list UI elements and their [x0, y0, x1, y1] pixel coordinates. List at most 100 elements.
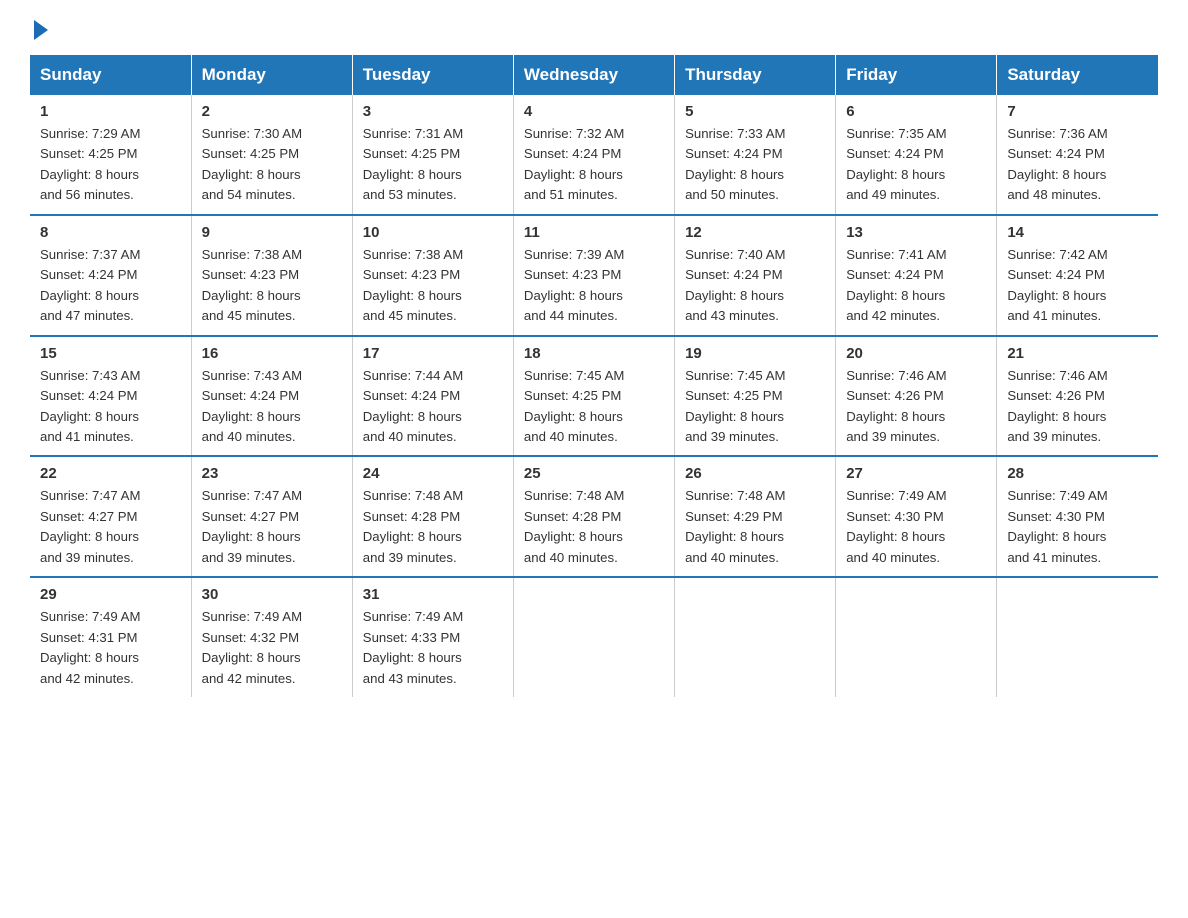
calendar-cell: 23 Sunrise: 7:47 AMSunset: 4:27 PMDayligh… [191, 456, 352, 577]
calendar-cell: 9 Sunrise: 7:38 AMSunset: 4:23 PMDaylight… [191, 215, 352, 336]
day-number: 26 [685, 465, 825, 482]
day-number: 6 [846, 103, 986, 120]
day-info: Sunrise: 7:42 AMSunset: 4:24 PMDaylight:… [1007, 245, 1148, 327]
header-wednesday: Wednesday [513, 55, 674, 95]
day-info: Sunrise: 7:43 AMSunset: 4:24 PMDaylight:… [40, 366, 181, 448]
day-info: Sunrise: 7:45 AMSunset: 4:25 PMDaylight:… [524, 366, 664, 448]
calendar-cell [675, 577, 836, 697]
day-info: Sunrise: 7:49 AMSunset: 4:31 PMDaylight:… [40, 607, 181, 689]
calendar-cell: 20Sunrise: 7:46 AMSunset: 4:26 PMDayligh… [836, 336, 997, 457]
calendar-cell: 1 Sunrise: 7:29 AMSunset: 4:25 PMDaylight… [30, 95, 191, 215]
day-number: 3 [363, 103, 503, 120]
day-number: 7 [1007, 103, 1148, 120]
day-number: 24 [363, 465, 503, 482]
calendar-week-row: 8Sunrise: 7:37 AMSunset: 4:24 PMDaylight… [30, 215, 1158, 336]
day-number: 10 [363, 224, 503, 241]
day-info: Sunrise: 7:46 AMSunset: 4:26 PMDaylight:… [846, 366, 986, 448]
day-number: 15 [40, 345, 181, 362]
day-info: Sunrise: 7:47 AMSunset: 4:27 PMDaylight:… [202, 486, 342, 568]
calendar-cell: 10 Sunrise: 7:38 AMSunset: 4:23 PMDayligh… [352, 215, 513, 336]
calendar-week-row: 22 Sunrise: 7:47 AMSunset: 4:27 PMDayligh… [30, 456, 1158, 577]
day-info: Sunrise: 7:41 AMSunset: 4:24 PMDaylight:… [846, 245, 986, 327]
day-info: Sunrise: 7:38 AMSunset: 4:23 PMDaylight:… [202, 245, 342, 327]
calendar-cell: 8Sunrise: 7:37 AMSunset: 4:24 PMDaylight… [30, 215, 191, 336]
calendar-cell: 31 Sunrise: 7:49 AMSunset: 4:33 PMDayligh… [352, 577, 513, 697]
day-number: 21 [1007, 345, 1148, 362]
header-friday: Friday [836, 55, 997, 95]
calendar-cell: 2 Sunrise: 7:30 AMSunset: 4:25 PMDaylight… [191, 95, 352, 215]
calendar-cell: 30Sunrise: 7:49 AMSunset: 4:32 PMDayligh… [191, 577, 352, 697]
day-info: Sunrise: 7:38 AMSunset: 4:23 PMDaylight:… [363, 245, 503, 327]
calendar-cell: 18 Sunrise: 7:45 AMSunset: 4:25 PMDayligh… [513, 336, 674, 457]
day-number: 13 [846, 224, 986, 241]
header-thursday: Thursday [675, 55, 836, 95]
day-number: 1 [40, 103, 181, 120]
day-info: Sunrise: 7:39 AMSunset: 4:23 PMDaylight:… [524, 245, 664, 327]
day-info: Sunrise: 7:31 AMSunset: 4:25 PMDaylight:… [363, 124, 503, 206]
day-number: 29 [40, 586, 181, 603]
day-info: Sunrise: 7:48 AMSunset: 4:28 PMDaylight:… [363, 486, 503, 568]
day-number: 30 [202, 586, 342, 603]
day-info: Sunrise: 7:33 AMSunset: 4:24 PMDaylight:… [685, 124, 825, 206]
day-number: 17 [363, 345, 503, 362]
calendar-cell: 19 Sunrise: 7:45 AMSunset: 4:25 PMDayligh… [675, 336, 836, 457]
calendar-table: SundayMondayTuesdayWednesdayThursdayFrid… [30, 55, 1158, 697]
page-header [30, 20, 1158, 35]
day-number: 14 [1007, 224, 1148, 241]
logo-arrow-icon [34, 20, 48, 40]
day-info: Sunrise: 7:47 AMSunset: 4:27 PMDaylight:… [40, 486, 181, 568]
day-info: Sunrise: 7:48 AMSunset: 4:29 PMDaylight:… [685, 486, 825, 568]
header-sunday: Sunday [30, 55, 191, 95]
day-number: 31 [363, 586, 503, 603]
day-info: Sunrise: 7:43 AMSunset: 4:24 PMDaylight:… [202, 366, 342, 448]
day-number: 22 [40, 465, 181, 482]
calendar-cell: 7 Sunrise: 7:36 AMSunset: 4:24 PMDaylight… [997, 95, 1158, 215]
calendar-cell: 5Sunrise: 7:33 AMSunset: 4:24 PMDaylight… [675, 95, 836, 215]
calendar-cell: 6 Sunrise: 7:35 AMSunset: 4:24 PMDaylight… [836, 95, 997, 215]
day-info: Sunrise: 7:48 AMSunset: 4:28 PMDaylight:… [524, 486, 664, 568]
day-number: 18 [524, 345, 664, 362]
day-number: 19 [685, 345, 825, 362]
day-number: 16 [202, 345, 342, 362]
calendar-cell: 17 Sunrise: 7:44 AMSunset: 4:24 PMDayligh… [352, 336, 513, 457]
day-info: Sunrise: 7:32 AMSunset: 4:24 PMDaylight:… [524, 124, 664, 206]
day-info: Sunrise: 7:45 AMSunset: 4:25 PMDaylight:… [685, 366, 825, 448]
calendar-week-row: 1 Sunrise: 7:29 AMSunset: 4:25 PMDaylight… [30, 95, 1158, 215]
calendar-week-row: 29 Sunrise: 7:49 AMSunset: 4:31 PMDayligh… [30, 577, 1158, 697]
day-info: Sunrise: 7:49 AMSunset: 4:30 PMDaylight:… [846, 486, 986, 568]
calendar-cell: 26 Sunrise: 7:48 AMSunset: 4:29 PMDayligh… [675, 456, 836, 577]
day-number: 8 [40, 224, 181, 241]
calendar-header-row: SundayMondayTuesdayWednesdayThursdayFrid… [30, 55, 1158, 95]
logo [30, 20, 48, 35]
day-number: 9 [202, 224, 342, 241]
calendar-cell: 27 Sunrise: 7:49 AMSunset: 4:30 PMDayligh… [836, 456, 997, 577]
calendar-cell: 4Sunrise: 7:32 AMSunset: 4:24 PMDaylight… [513, 95, 674, 215]
calendar-cell: 3 Sunrise: 7:31 AMSunset: 4:25 PMDaylight… [352, 95, 513, 215]
logo-general [30, 20, 48, 40]
header-monday: Monday [191, 55, 352, 95]
calendar-cell: 15 Sunrise: 7:43 AMSunset: 4:24 PMDayligh… [30, 336, 191, 457]
day-number: 27 [846, 465, 986, 482]
calendar-cell: 12Sunrise: 7:40 AMSunset: 4:24 PMDayligh… [675, 215, 836, 336]
day-info: Sunrise: 7:30 AMSunset: 4:25 PMDaylight:… [202, 124, 342, 206]
day-number: 25 [524, 465, 664, 482]
calendar-cell [836, 577, 997, 697]
day-info: Sunrise: 7:35 AMSunset: 4:24 PMDaylight:… [846, 124, 986, 206]
calendar-cell: 11 Sunrise: 7:39 AMSunset: 4:23 PMDayligh… [513, 215, 674, 336]
calendar-cell: 13 Sunrise: 7:41 AMSunset: 4:24 PMDayligh… [836, 215, 997, 336]
calendar-cell: 14 Sunrise: 7:42 AMSunset: 4:24 PMDayligh… [997, 215, 1158, 336]
header-tuesday: Tuesday [352, 55, 513, 95]
day-info: Sunrise: 7:44 AMSunset: 4:24 PMDaylight:… [363, 366, 503, 448]
calendar-week-row: 15 Sunrise: 7:43 AMSunset: 4:24 PMDayligh… [30, 336, 1158, 457]
day-info: Sunrise: 7:49 AMSunset: 4:33 PMDaylight:… [363, 607, 503, 689]
day-number: 2 [202, 103, 342, 120]
day-number: 23 [202, 465, 342, 482]
day-info: Sunrise: 7:36 AMSunset: 4:24 PMDaylight:… [1007, 124, 1148, 206]
calendar-cell: 25 Sunrise: 7:48 AMSunset: 4:28 PMDayligh… [513, 456, 674, 577]
day-info: Sunrise: 7:29 AMSunset: 4:25 PMDaylight:… [40, 124, 181, 206]
day-number: 11 [524, 224, 664, 241]
day-number: 28 [1007, 465, 1148, 482]
calendar-cell [997, 577, 1158, 697]
calendar-cell: 22 Sunrise: 7:47 AMSunset: 4:27 PMDayligh… [30, 456, 191, 577]
day-number: 12 [685, 224, 825, 241]
